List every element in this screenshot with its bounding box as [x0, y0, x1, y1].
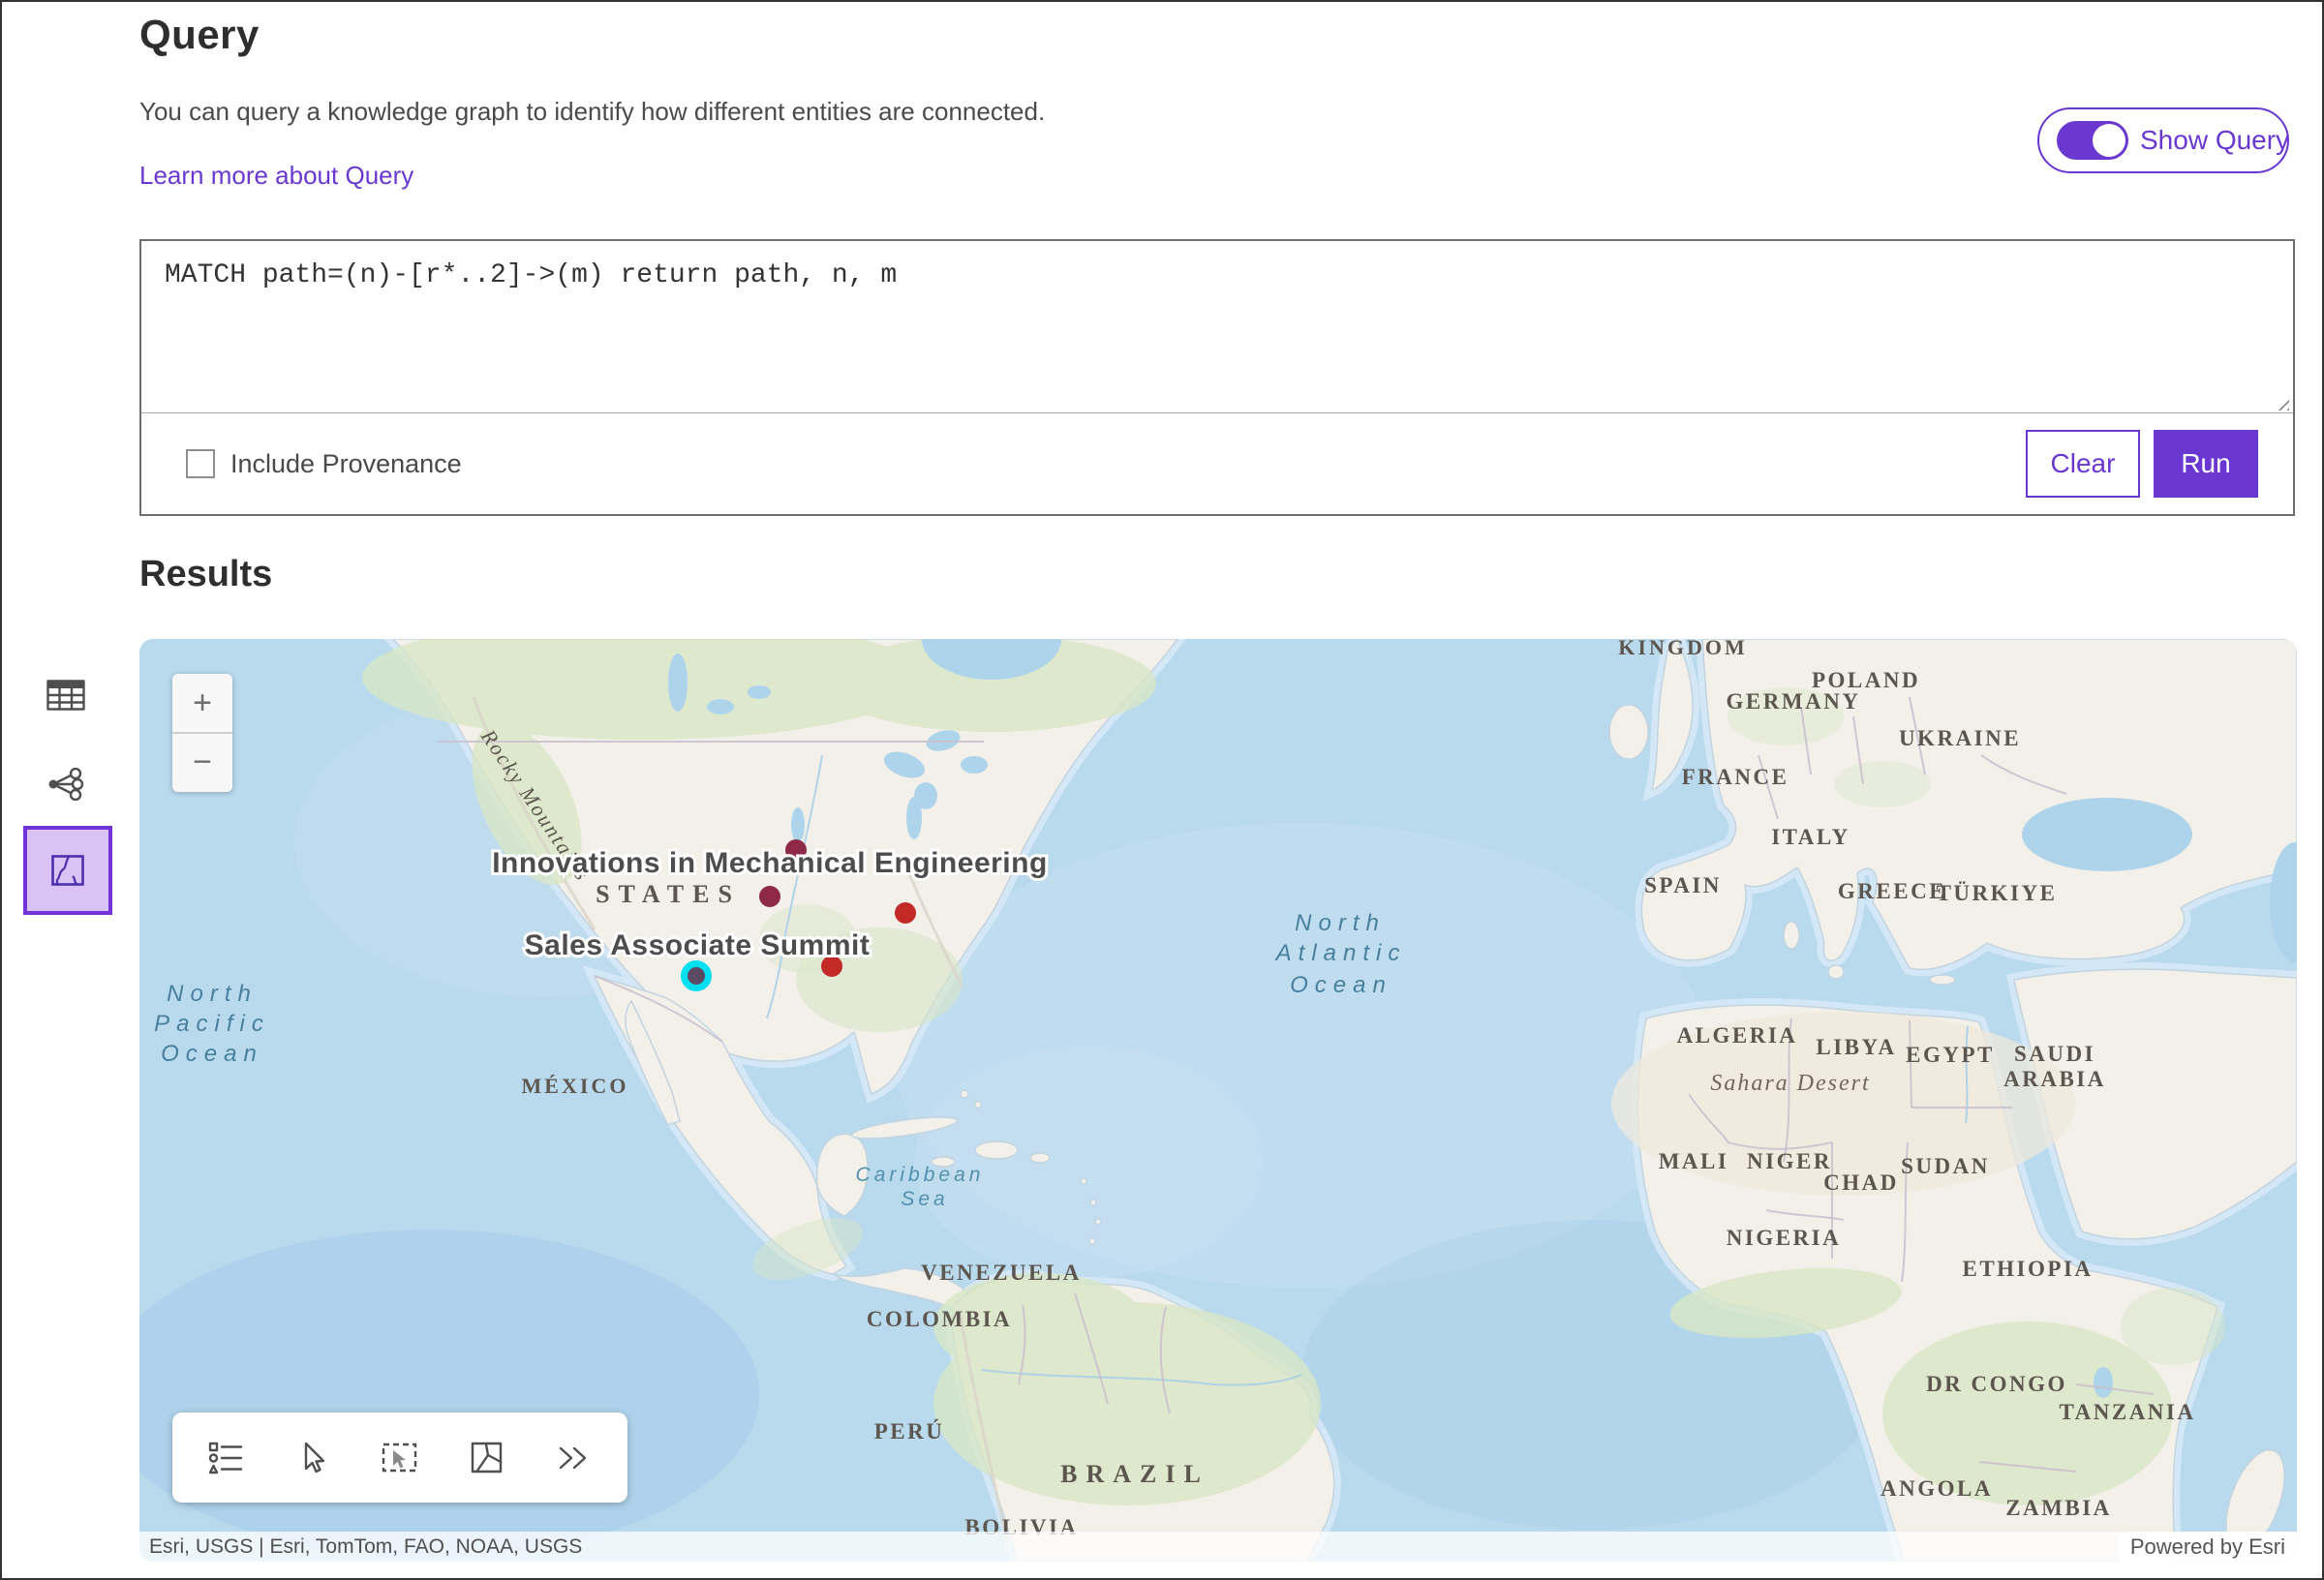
states-label: STATES — [596, 880, 741, 908]
map-marker[interactable] — [688, 967, 705, 985]
select-by-polygon-button[interactable] — [460, 1429, 514, 1487]
svg-text:Atlantic: Atlantic — [1274, 940, 1407, 966]
table-icon — [46, 680, 85, 711]
svg-text:ITALY: ITALY — [1771, 825, 1850, 849]
svg-text:PERÚ: PERÚ — [874, 1419, 945, 1443]
map-view-button-selected[interactable] — [23, 826, 112, 915]
learn-more-link[interactable]: Learn more about Query — [139, 161, 413, 191]
toggle-knob — [2093, 124, 2125, 157]
zoom-control: + − — [172, 674, 232, 792]
svg-text:Ocean: Ocean — [1290, 972, 1392, 998]
svg-text:MALI: MALI — [1659, 1149, 1729, 1173]
polygon-select-icon — [469, 1440, 505, 1476]
svg-text:GREECE: GREECE — [1838, 879, 1946, 903]
caribbean-sea-label: Caribbean — [856, 1164, 985, 1186]
svg-text:SAUDI: SAUDI — [2014, 1042, 2095, 1066]
include-provenance-label: Include Provenance — [230, 449, 462, 479]
svg-text:NIGER: NIGER — [1747, 1149, 1832, 1173]
svg-text:Ocean: Ocean — [161, 1041, 263, 1067]
map-attribution-bar: Esri, USGS | Esri, TomTom, FAO, NOAA, US… — [139, 1532, 2297, 1562]
query-panel: MATCH path=(n)-[r*..2]->(m) return path,… — [139, 239, 2295, 516]
page-title: Query — [139, 12, 260, 58]
svg-text:CHAD: CHAD — [1823, 1170, 1899, 1195]
results-map[interactable]: Rocky Mountains STATES MÉXICO KINGDOM PO… — [139, 639, 2297, 1562]
map-icon — [51, 855, 84, 886]
svg-text:COLOMBIA: COLOMBIA — [867, 1307, 1012, 1331]
entity-label-sales-summit: Sales Associate Summit — [525, 929, 871, 961]
sahara-desert-label: Sahara Desert — [1710, 1071, 1870, 1096]
pointer-tool-button[interactable] — [286, 1429, 340, 1487]
svg-text:ANGOLA: ANGOLA — [1881, 1476, 1993, 1501]
legend-list-icon — [208, 1441, 243, 1475]
svg-text:ALGERIA: ALGERIA — [1677, 1023, 1798, 1048]
svg-text:FRANCE: FRANCE — [1682, 765, 1789, 789]
svg-text:SUDAN: SUDAN — [1901, 1154, 1990, 1178]
double-chevron-right-icon — [558, 1443, 591, 1473]
svg-text:ARABIA: ARABIA — [2003, 1067, 2106, 1091]
query-page: Query You can query a knowledge graph to… — [0, 0, 2324, 1580]
link-chart-view-button[interactable] — [39, 759, 93, 809]
map-marker[interactable] — [759, 886, 780, 907]
svg-text:GERMANY: GERMANY — [1727, 689, 1861, 714]
show-query-label: Show Query — [2140, 125, 2289, 156]
select-features-button[interactable] — [373, 1429, 427, 1487]
run-button[interactable]: Run — [2154, 430, 2258, 498]
map-marker[interactable] — [895, 902, 916, 924]
select-rectangle-cursor-icon — [381, 1440, 419, 1476]
svg-text:SPAIN: SPAIN — [1644, 873, 1722, 897]
query-controls-row: Include Provenance Clear Run — [141, 413, 2293, 514]
query-input[interactable]: MATCH path=(n)-[r*..2]->(m) return path,… — [141, 241, 2293, 413]
page-description: You can query a knowledge graph to ident… — [139, 97, 1045, 127]
svg-text:ZAMBIA: ZAMBIA — [2005, 1496, 2112, 1520]
svg-text:TANZANIA: TANZANIA — [2060, 1400, 2196, 1424]
svg-text:UKRAINE: UKRAINE — [1899, 726, 2021, 750]
attribution-text: Esri, USGS | Esri, TomTom, FAO, NOAA, US… — [139, 1535, 582, 1559]
svg-text:TÜRKIYE: TÜRKIYE — [1937, 881, 2058, 905]
table-view-button[interactable] — [39, 670, 93, 720]
lake-victoria — [2094, 1367, 2113, 1398]
svg-text:BRAZIL: BRAZIL — [1060, 1460, 1209, 1488]
svg-text:LIBYA: LIBYA — [1816, 1035, 1896, 1059]
include-provenance-checkbox[interactable] — [186, 449, 215, 478]
svg-text:DR CONGO: DR CONGO — [1926, 1372, 2067, 1396]
zoom-out-button[interactable]: − — [172, 734, 232, 792]
north-pacific-label: North — [167, 981, 258, 1007]
svg-text:ETHIOPIA: ETHIOPIA — [1962, 1257, 2093, 1281]
svg-text:Sea: Sea — [901, 1188, 948, 1210]
map-toolbar — [172, 1413, 627, 1503]
more-tools-button[interactable] — [547, 1429, 601, 1487]
toggle-switch-icon[interactable] — [2057, 121, 2128, 160]
results-title: Results — [139, 554, 272, 595]
map-contents-button[interactable] — [199, 1429, 253, 1487]
north-atlantic-label: North — [1295, 910, 1386, 936]
cursor-icon — [295, 1440, 330, 1476]
entity-label-innovations: Innovations in Mechanical Engineering — [492, 847, 1048, 879]
mexico-label: MÉXICO — [522, 1074, 629, 1098]
link-chart-icon — [47, 768, 84, 801]
clear-button[interactable]: Clear — [2026, 430, 2140, 498]
svg-text:VENEZUELA: VENEZUELA — [921, 1261, 1082, 1285]
powered-by-esri: Powered by Esri — [2119, 1532, 2297, 1562]
svg-text:Pacific: Pacific — [154, 1011, 270, 1037]
svg-text:KINGDOM: KINGDOM — [1618, 639, 1747, 659]
show-query-toggle[interactable]: Show Query — [2037, 107, 2289, 173]
black-sea — [2022, 798, 2192, 871]
svg-text:NIGERIA: NIGERIA — [1727, 1226, 1841, 1250]
zoom-in-button[interactable]: + — [172, 674, 232, 732]
svg-text:EGYPT: EGYPT — [1906, 1043, 1995, 1067]
